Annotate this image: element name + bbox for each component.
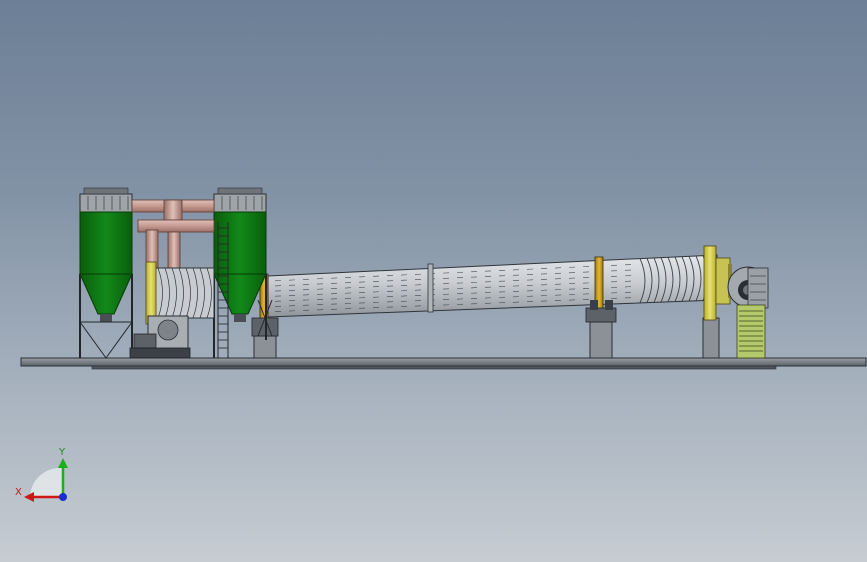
z-axis-dot	[59, 493, 67, 501]
cad-viewport[interactable]: Y X	[0, 0, 867, 562]
pedestals	[253, 317, 720, 359]
dust-collector-left	[79, 187, 133, 359]
rotary-drum	[267, 254, 718, 318]
feed-end-hood	[703, 245, 732, 321]
combustion-chamber	[145, 261, 215, 325]
axis-triad: Y X	[15, 447, 68, 502]
blower-fan	[727, 266, 769, 309]
y-axis-label: Y	[58, 447, 66, 458]
base-frame	[20, 357, 867, 370]
blower-stand	[736, 304, 766, 359]
x-axis-label: X	[15, 487, 22, 498]
burner-unit	[129, 315, 191, 359]
